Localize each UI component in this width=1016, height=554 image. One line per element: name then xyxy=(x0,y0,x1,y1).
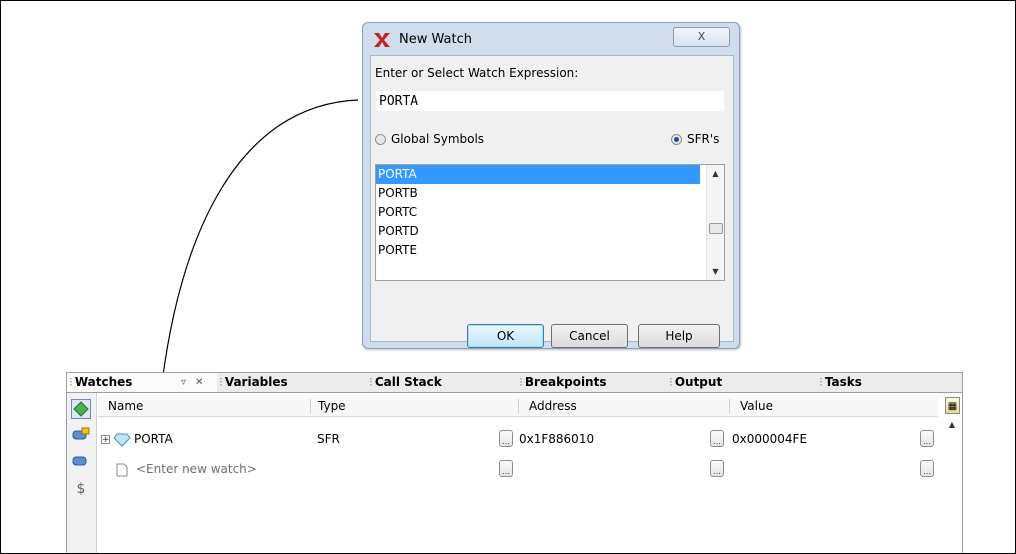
tab-label: Call Stack xyxy=(374,375,442,389)
minimize-icon[interactable]: ▿ xyxy=(181,373,186,392)
new-watch-icon[interactable] xyxy=(71,427,91,447)
type-ellipsis-button[interactable]: … xyxy=(499,430,513,447)
type-ellipsis-button[interactable]: … xyxy=(499,460,513,477)
expression-label: Enter or Select Watch Expression: xyxy=(375,66,579,80)
expand-icon[interactable]: + xyxy=(101,429,110,449)
column-value[interactable]: Value xyxy=(740,399,773,413)
column-type[interactable]: Type xyxy=(318,399,346,413)
watch-type: SFR xyxy=(317,432,340,446)
sfrs-label: SFR's xyxy=(687,132,720,146)
close-tab-icon[interactable]: ✕ xyxy=(195,373,203,392)
ok-button[interactable]: OK xyxy=(467,324,544,348)
radio-off-icon xyxy=(375,133,386,145)
table-row[interactable]: + PORTA SFR … 0x1F886010 … 0x000004FE … xyxy=(98,429,938,449)
dialog-titlebar[interactable]: New Watch X xyxy=(363,23,739,57)
symbol-list[interactable]: PORTA PORTB PORTC PORTD PORTE ▲ ▼ xyxy=(375,164,725,281)
cancel-button[interactable]: Cancel xyxy=(551,324,628,348)
radio-on-icon xyxy=(671,133,682,145)
new-watch-input[interactable]: <Enter new watch> xyxy=(136,459,257,479)
scroll-up-icon[interactable]: ▲ xyxy=(707,165,724,182)
symbol-item[interactable]: PORTE xyxy=(376,241,700,260)
tab-label: Variables xyxy=(224,375,288,389)
table-row[interactable]: <Enter new watch> … … … xyxy=(98,459,938,479)
tab-variables[interactable]: ⁝ Variables xyxy=(217,373,367,392)
symbol-item[interactable]: PORTC xyxy=(376,203,700,222)
value-ellipsis-button[interactable]: … xyxy=(920,460,934,477)
scroll-up-icon[interactable]: ▲ xyxy=(946,420,958,432)
tab-label: Tasks xyxy=(824,375,862,389)
new-watch-dialog: New Watch X Enter or Select Watch Expres… xyxy=(362,22,740,349)
new-runtime-watch-icon[interactable] xyxy=(71,453,91,473)
tab-tasks[interactable]: ⁝ Tasks xyxy=(817,373,957,392)
output-tab-bar: ⁝ Watches ▿ ✕ ⁝ Variables ⁝ Call Stack ⁝ Bre… xyxy=(66,372,963,393)
watch-value[interactable]: 0x000004FE xyxy=(732,429,807,449)
symbol-item[interactable]: PORTD xyxy=(376,222,700,241)
address-ellipsis-button[interactable]: … xyxy=(710,460,724,477)
scroll-down-icon[interactable]: ▼ xyxy=(707,263,724,280)
sfrs-radio[interactable]: SFR's xyxy=(671,132,719,146)
watch-address: 0x1F886010 xyxy=(519,432,595,446)
global-symbols-radio[interactable]: Global Symbols xyxy=(375,132,484,146)
watch-name: PORTA xyxy=(134,432,173,446)
symbol-list-scrollbar[interactable]: ▲ ▼ xyxy=(706,165,724,280)
tab-label: Output xyxy=(674,375,723,389)
column-name[interactable]: Name xyxy=(108,399,143,413)
symbol-item[interactable]: PORTA xyxy=(376,165,700,184)
tab-watches[interactable]: ⁝ Watches ▿ ✕ xyxy=(67,373,217,392)
symbol-item[interactable]: PORTB xyxy=(376,184,700,203)
scroll-thumb[interactable] xyxy=(709,223,723,234)
watches-panel: $ Name Type Address Value ▦ + PORTA SFR … xyxy=(66,393,963,553)
sfr-diamond-icon xyxy=(113,429,131,449)
document-icon xyxy=(116,459,128,479)
dialog-title: New Watch xyxy=(399,32,472,47)
tab-breakpoints[interactable]: ⁝ Breakpoints xyxy=(517,373,667,392)
close-button[interactable]: X xyxy=(673,27,730,47)
column-address[interactable]: Address xyxy=(529,399,577,413)
dialog-body: Enter or Select Watch Expression: PORTA … xyxy=(370,55,734,348)
global-symbols-label: Global Symbols xyxy=(391,132,485,146)
address-ellipsis-button[interactable]: … xyxy=(710,430,724,447)
watches-toolbar: $ xyxy=(67,393,97,553)
dollar-icon[interactable]: $ xyxy=(71,479,91,499)
help-button[interactable]: Help xyxy=(638,324,720,348)
tab-label: Watches xyxy=(74,375,133,389)
tab-call-stack[interactable]: ⁝ Call Stack xyxy=(367,373,517,392)
table-options-icon[interactable]: ▦ xyxy=(945,397,960,414)
tab-output[interactable]: ⁝ Output xyxy=(667,373,817,392)
watch-diamond-icon[interactable] xyxy=(71,399,91,419)
close-icon: X xyxy=(697,30,706,43)
watches-table-header: Name Type Address Value xyxy=(98,397,938,417)
tab-label: Breakpoints xyxy=(524,375,607,389)
app-logo-icon xyxy=(374,33,390,47)
value-ellipsis-button[interactable]: … xyxy=(920,430,934,447)
expression-input[interactable]: PORTA xyxy=(375,90,725,112)
